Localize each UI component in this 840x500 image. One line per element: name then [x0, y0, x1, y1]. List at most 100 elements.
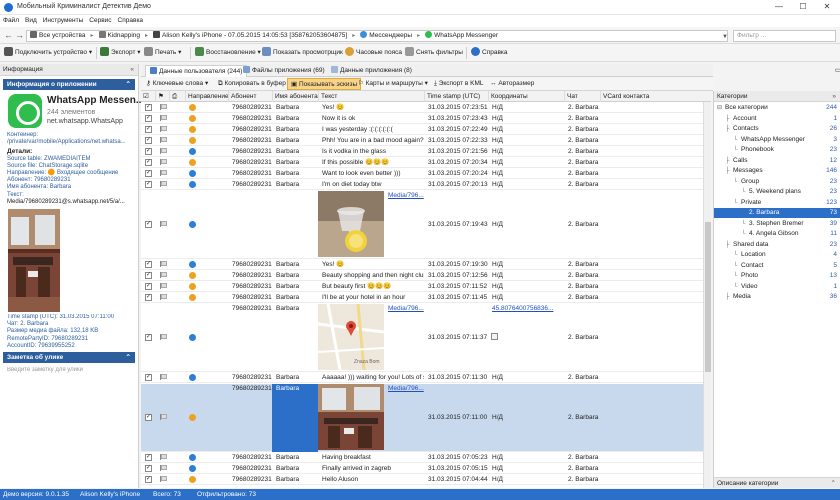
table-row[interactable]: 79680289231 Barbara If this possible 😊😊😊 31…	[141, 158, 711, 168]
category-item[interactable]: ├ Messages 146	[714, 166, 840, 176]
media-link[interactable]: Media/796...	[386, 304, 424, 314]
category-item[interactable]: └ Video 1	[714, 282, 840, 292]
column-direction[interactable]: Направление	[185, 91, 228, 102]
table-row[interactable]: Media/796... 31.03.2015 07:19:43 Н/Д 2. Bar…	[141, 191, 711, 259]
row-checkbox[interactable]	[145, 293, 152, 301]
menu-file[interactable]: Файл	[0, 15, 22, 27]
tree-branch-icon[interactable]: ├	[725, 156, 729, 166]
tab-user-data[interactable]: Данные пользователя (244)	[145, 65, 248, 77]
category-item[interactable]: └ Group 23	[714, 177, 840, 187]
row-checkbox[interactable]	[145, 413, 152, 421]
column-subscriber-name[interactable]: Имя абонента	[272, 91, 318, 102]
flag-icon[interactable]	[160, 261, 167, 267]
tree-branch-icon[interactable]: └	[733, 250, 737, 260]
evidence-note-header[interactable]: Заметка об улике ⌃	[3, 352, 135, 364]
collapse-panel-icon[interactable]: »	[832, 91, 836, 102]
row-checkbox[interactable]	[145, 260, 152, 268]
breadcrumb-dropdown-icon[interactable]: ▼	[722, 32, 728, 42]
clear-filters-button[interactable]: Снять фильтры	[405, 47, 463, 59]
category-item[interactable]: ├ Media 36	[714, 292, 840, 302]
category-item[interactable]: ├ Calls 12	[714, 156, 840, 166]
table-row[interactable]: 79680289231 Barbara Want to look even bett…	[141, 169, 711, 179]
table-row[interactable]: 79680289231 Barbara I'll be at your hotel …	[141, 293, 711, 303]
category-description-header[interactable]: Описание категории ⌃	[714, 477, 840, 488]
app-info-section-header[interactable]: Информация о приложении ⌃	[3, 79, 135, 90]
flag-icon[interactable]	[160, 221, 167, 227]
tree-branch-icon[interactable]: └	[741, 208, 745, 218]
flag-icon[interactable]	[160, 272, 167, 278]
tree-branch-icon[interactable]: ├	[725, 166, 729, 176]
print-button[interactable]: Печать ▾	[144, 47, 181, 59]
row-checkbox[interactable]	[145, 333, 152, 341]
menu-service[interactable]: Сервис	[86, 15, 114, 27]
flag-icon[interactable]	[160, 334, 167, 340]
breadcrumb-whatsapp[interactable]: WhatsApp Messenger	[422, 31, 501, 41]
tree-branch-icon[interactable]: └	[741, 219, 745, 229]
collapse-panel-icon[interactable]: «	[130, 64, 134, 76]
timezones-button[interactable]: Часовые пояса	[345, 47, 402, 59]
flag-icon[interactable]	[160, 476, 167, 482]
flag-icon[interactable]	[160, 414, 167, 420]
table-row[interactable]: 79680289231 Barbara Hello Aluson 31.03.2015…	[141, 475, 711, 485]
tab-app-data[interactable]: Данные приложения (8)	[327, 65, 416, 77]
row-checkbox[interactable]	[145, 180, 152, 188]
help-button[interactable]: Справка	[471, 47, 508, 59]
flag-icon[interactable]	[160, 283, 167, 289]
breadcrumb-device[interactable]: Alison Kelly's iPhone - 07.05.2015 14:05…	[150, 31, 350, 41]
tree-branch-icon[interactable]: ⊟	[717, 103, 722, 113]
table-row[interactable]: 79680289231 Barbara Finally arrived in zag…	[141, 464, 711, 474]
copy-to-clipboard-button[interactable]: ⧉ Копировать в буфер	[215, 78, 289, 90]
collapse-section-icon[interactable]: ⌃	[831, 478, 836, 489]
column-text[interactable]: Текст	[318, 91, 424, 102]
table-row[interactable]: 79680289231 Barbara I'm on diet today btw 3…	[141, 180, 711, 190]
row-checkbox[interactable]	[145, 136, 152, 144]
table-row[interactable]: 79680289231 Barbara Now it is ok 31.03.2015…	[141, 114, 711, 124]
tree-branch-icon[interactable]: └	[733, 271, 737, 281]
row-checkbox[interactable]	[145, 114, 152, 122]
table-row[interactable]: 79680289231 Barbara Beauty shopping and th…	[141, 271, 711, 281]
forward-arrow-icon[interactable]: →	[15, 30, 24, 40]
row-checkbox[interactable]	[145, 453, 152, 461]
category-item[interactable]: ├ Shared data 23	[714, 240, 840, 250]
tree-branch-icon[interactable]: └	[733, 198, 737, 208]
column-flag[interactable]: ⚑	[155, 91, 169, 102]
flag-icon[interactable]	[160, 294, 167, 300]
row-checkbox[interactable]	[145, 220, 152, 228]
export-kml-button[interactable]: ⤓ Экспорт в KML	[431, 78, 487, 90]
row-checkbox[interactable]	[145, 475, 152, 483]
row-checkbox[interactable]	[145, 169, 152, 177]
grid-scrollbar[interactable]	[703, 102, 711, 488]
column-coordinates[interactable]: Координаты	[488, 91, 564, 102]
connect-device-button[interactable]: Подключить устройство ▾	[4, 47, 92, 59]
row-checkbox[interactable]	[145, 103, 152, 111]
close-button[interactable]: ✕	[816, 1, 838, 13]
table-row[interactable]: 79680289231 Barbara Phh! You are in a bad …	[141, 136, 711, 146]
tree-branch-icon[interactable]: └	[741, 187, 745, 197]
category-item[interactable]: └ Contact 5	[714, 261, 840, 271]
column-vcard[interactable]: VCard контакта	[600, 91, 711, 102]
table-row[interactable]: 79680289231 Barbara Aaaaaa! ))) waiting fo…	[141, 373, 711, 383]
tree-branch-icon[interactable]: └	[733, 135, 737, 145]
row-checkbox[interactable]	[145, 464, 152, 472]
category-item[interactable]: ⊟ Все категории 244	[714, 103, 840, 113]
tree-branch-icon[interactable]: ├	[725, 292, 729, 302]
export-button[interactable]: Экспорт ▾	[100, 47, 141, 59]
menu-help[interactable]: Справка	[115, 15, 147, 27]
cell-coordinates[interactable]: 45.8076400756836...	[490, 304, 564, 314]
flag-icon[interactable]	[160, 170, 167, 176]
tree-branch-icon[interactable]: └	[733, 145, 737, 155]
maps-routes-button[interactable]: ⚐ Карты и маршруты ▾	[355, 78, 431, 90]
category-item[interactable]: └ 2. Barbara 73	[714, 208, 840, 218]
tab-app-files[interactable]: Файлы приложения (69)	[239, 65, 329, 77]
flag-icon[interactable]	[160, 374, 167, 380]
show-thumbnails-toggle[interactable]: ▣ Показывать эскизы	[287, 78, 362, 90]
keywords-button[interactable]: ⚷ Ключевые слова ▾	[143, 78, 211, 90]
tree-branch-icon[interactable]: └	[733, 261, 737, 271]
table-row[interactable]: 79680289231 Barbara I was yesterday :(:(:(…	[141, 125, 711, 135]
breadcrumb-case[interactable]: Kidnapping	[96, 31, 144, 41]
media-link[interactable]: Media/796...	[386, 191, 424, 201]
breadcrumb-all-devices[interactable]: Все устройства	[27, 31, 89, 41]
category-item[interactable]: └ 3. Stephen Bremer 39	[714, 219, 840, 229]
flag-icon[interactable]	[160, 137, 167, 143]
flag-icon[interactable]	[160, 115, 167, 121]
